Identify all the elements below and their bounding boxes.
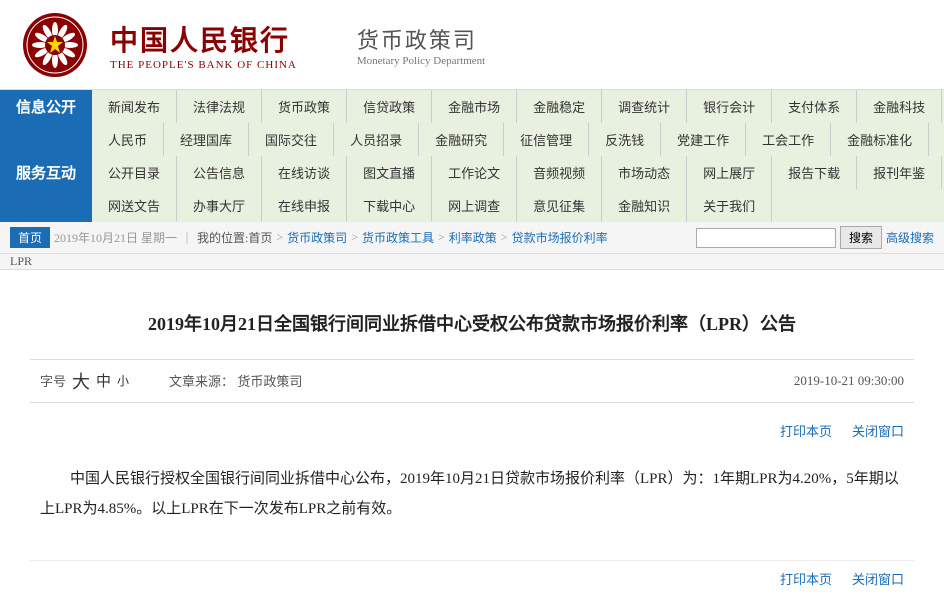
nav-jinrong-wending[interactable]: 金融稳定 xyxy=(517,90,602,123)
nav-falv[interactable]: 法律法规 xyxy=(177,90,262,123)
nav-baokannian[interactable]: 报刊年鉴 xyxy=(857,156,942,189)
article-meta: 字号 大 中 小 文章来源： 货币政策司 2019-10-21 09:30:00 xyxy=(30,359,914,403)
nav-jinrong-yanjiu[interactable]: 金融研究 xyxy=(419,123,504,156)
nav-wangshang-zhanting[interactable]: 网上展厅 xyxy=(687,156,772,189)
breadcrumb-gongju[interactable]: 货币政策工具 xyxy=(362,229,434,246)
nav-yijian[interactable]: 意见征集 xyxy=(517,189,602,222)
nav-huobi[interactable]: 货币政策 xyxy=(262,90,347,123)
nav-items-row1: 新闻发布 法律法规 货币政策 信贷政策 金融市场 金融稳定 调查统计 银行会计 … xyxy=(92,90,944,123)
nav-guanyu-women[interactable]: 关于我们 xyxy=(687,189,772,222)
main-content: 2019年10月21日全国银行间同业拆借中心受权公布贷款市场报价利率（LPR）公… xyxy=(0,270,944,616)
nav-gonggao[interactable]: 公告信息 xyxy=(177,156,262,189)
print-bottom[interactable]: 打印本页 xyxy=(780,569,832,588)
nav-biaozhun[interactable]: 金融标准化 xyxy=(831,123,929,156)
breadcrumb-lilv[interactable]: 利率政策 xyxy=(449,229,497,246)
nav-zhifu[interactable]: 支付体系 xyxy=(772,90,857,123)
logo-text: 中国人民银行 THE PEOPLE'S BANK OF CHINA xyxy=(110,19,297,71)
print-top[interactable]: 打印本页 xyxy=(780,421,832,440)
breadcrumb-bar: 首页 2019年10月21日 星期一 ｜ 我的位置:首页 > 货币政策司 > 货… xyxy=(0,222,944,254)
nav-row-3: 服务互动 公开目录 公告信息 在线访谈 图文直播 工作论文 音频视频 市场动态 … xyxy=(0,156,944,189)
bank-name-english: THE PEOPLE'S BANK OF CHINA xyxy=(110,59,297,71)
nav-jinrong-keji[interactable]: 金融科技 xyxy=(857,90,942,123)
nav-section-xinxi: 信息公开 xyxy=(0,90,92,123)
nav-baogao-xiazai[interactable]: 报告下载 xyxy=(772,156,857,189)
article-title: 2019年10月21日全国银行间同业拆借中心受权公布贷款市场报价利率（LPR）公… xyxy=(30,310,914,339)
nav-xinwen[interactable]: 新闻发布 xyxy=(92,90,177,123)
dept-text: 货币政策司 Monetary Policy Department xyxy=(357,23,485,67)
search-button[interactable]: 搜索 xyxy=(840,226,882,249)
breadcrumb-home[interactable]: 首页 xyxy=(10,227,50,248)
nav-guoji[interactable]: 国际交往 xyxy=(249,123,334,156)
close-top[interactable]: 关闭窗口 xyxy=(852,421,904,440)
nav-faxiqian[interactable]: 反洗钱 xyxy=(589,123,661,156)
nav-xindai[interactable]: 信贷政策 xyxy=(347,90,432,123)
nav-gonghui[interactable]: 工会工作 xyxy=(746,123,831,156)
nav-banshi[interactable]: 办事大厅 xyxy=(177,189,262,222)
navigation: 信息公开 新闻发布 法律法规 货币政策 信贷政策 金融市场 金融稳定 调查统计 … xyxy=(0,90,944,222)
close-bottom[interactable]: 关闭窗口 xyxy=(852,569,904,588)
search-input[interactable] xyxy=(696,228,836,248)
lpr-text: LPR xyxy=(10,254,32,268)
bank-name-chinese: 中国人民银行 xyxy=(110,19,290,59)
breadcrumb-huobi[interactable]: 货币政策司 xyxy=(287,229,347,246)
nav-row-4: 服务互动 网送文告 办事大厅 在线申报 下载中心 网上调查 意见征集 金融知识 … xyxy=(0,189,944,222)
nav-row-2: 信息公开 人民币 经理国库 国际交往 人员招录 金融研究 征信管理 反洗钱 党建… xyxy=(0,123,944,156)
nav-tuzhi[interactable]: 图文直播 xyxy=(347,156,432,189)
article-body: 中国人民银行授权全国银行间同业拆借中心公布，2019年10月21日贷款市场报价利… xyxy=(30,448,914,540)
nav-jinrong-shichang[interactable]: 金融市场 xyxy=(432,90,517,123)
nav-yinhang-kuaiji[interactable]: 银行会计 xyxy=(687,90,772,123)
nav-wangsong[interactable]: 网送文告 xyxy=(92,189,177,222)
nav-gongkai-mulu[interactable]: 公开目录 xyxy=(92,156,177,189)
source-label: 文章来源： xyxy=(169,374,234,389)
lpr-sublabel: LPR xyxy=(0,254,944,270)
nav-renminbi[interactable]: 人民币 xyxy=(92,123,164,156)
nav-section-fuwu: 服务互动 xyxy=(0,156,92,189)
sep2: > xyxy=(276,230,283,245)
sep1: 2019年10月21日 星期一 xyxy=(54,229,177,246)
nav-yinpin[interactable]: 音频视频 xyxy=(517,156,602,189)
site-header: 中国人民银行 THE PEOPLE'S BANK OF CHINA 货币政策司 … xyxy=(0,0,944,90)
nav-diaocha[interactable]: 调查统计 xyxy=(602,90,687,123)
sep4: > xyxy=(438,230,445,245)
dept-name-english: Monetary Policy Department xyxy=(357,55,485,67)
logo-area: 中国人民银行 THE PEOPLE'S BANK OF CHINA 货币政策司 … xyxy=(20,10,485,80)
meta-source: 文章来源： 货币政策司 xyxy=(169,371,302,390)
nav-zaixian-shenbao[interactable]: 在线申报 xyxy=(262,189,347,222)
breadcrumb-label: 我的位置:首页 xyxy=(197,229,272,246)
font-small-btn[interactable]: 小 xyxy=(117,372,129,389)
nav-xiazai[interactable]: 下载中心 xyxy=(347,189,432,222)
breadcrumb-lpr-full[interactable]: 贷款市场报价利率 xyxy=(512,229,608,246)
nav-dangji[interactable]: 党建工作 xyxy=(661,123,746,156)
nav-items-row2: 人民币 经理国库 国际交往 人员招录 金融研究 征信管理 反洗钱 党建工作 工会… xyxy=(92,123,944,156)
font-size-ctrl: 字号 大 中 小 xyxy=(40,368,129,394)
nav-shichang-dongtai[interactable]: 市场动态 xyxy=(602,156,687,189)
dept-name-chinese: 货币政策司 xyxy=(357,23,485,55)
font-medium-btn[interactable]: 中 xyxy=(96,370,111,391)
nav-items-row4: 网送文告 办事大厅 在线申报 下载中心 网上调查 意见征集 金融知识 关于我们 xyxy=(92,189,944,222)
font-large-btn[interactable]: 大 xyxy=(72,368,90,394)
sep-pipe: ｜ xyxy=(181,229,193,246)
nav-zaixian-fangtan[interactable]: 在线访谈 xyxy=(262,156,347,189)
meta-date: 2019-10-21 09:30:00 xyxy=(794,373,904,389)
sep5: > xyxy=(501,230,508,245)
font-label: 字号 xyxy=(40,371,66,390)
article-actions-bottom: 打印本页 关闭窗口 xyxy=(30,560,914,596)
nav-wangshang-diaocha[interactable]: 网上调查 xyxy=(432,189,517,222)
article-actions-top: 打印本页 关闭窗口 xyxy=(30,413,914,448)
nav-row-1: 信息公开 新闻发布 法律法规 货币政策 信贷政策 金融市场 金融稳定 调查统计 … xyxy=(0,90,944,123)
bank-emblem xyxy=(20,10,90,80)
nav-renyuan[interactable]: 人员招录 xyxy=(334,123,419,156)
nav-zhengxin[interactable]: 征信管理 xyxy=(504,123,589,156)
nav-jinrong-zhishi[interactable]: 金融知识 xyxy=(602,189,687,222)
sep3: > xyxy=(351,230,358,245)
advanced-search-link[interactable]: 高级搜索 xyxy=(886,229,934,246)
nav-items-row3: 公开目录 公告信息 在线访谈 图文直播 工作论文 音频视频 市场动态 网上展厅 … xyxy=(92,156,944,189)
source-value: 货币政策司 xyxy=(237,374,302,389)
nav-gongzuo-lunwen[interactable]: 工作论文 xyxy=(432,156,517,189)
search-area: 搜索 高级搜索 xyxy=(696,226,934,249)
nav-jingli[interactable]: 经理国库 xyxy=(164,123,249,156)
